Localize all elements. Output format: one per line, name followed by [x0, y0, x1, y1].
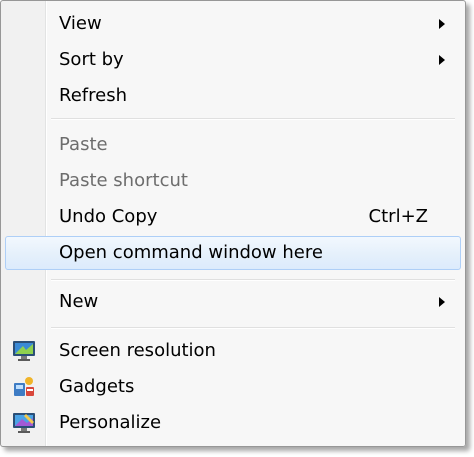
menu-separator — [51, 118, 455, 120]
menu-item-undo-copy-shortcut: Ctrl+Z — [368, 206, 428, 227]
menu-item-paste-label: Paste — [59, 134, 108, 155]
menu-item-screen-resolution-label: Screen resolution — [59, 340, 216, 361]
gadgets-icon — [12, 376, 36, 398]
menu-item-undo-copy-label: Undo Copy — [59, 206, 158, 227]
menu-item-undo-copy[interactable]: Undo Copy Ctrl+Z — [5, 200, 461, 234]
menu-item-open-command-window[interactable]: Open command window here — [5, 236, 461, 270]
menu-item-sort-by[interactable]: Sort by — [5, 43, 461, 77]
menu-separator — [51, 327, 455, 329]
menu-item-sort-by-label: Sort by — [59, 49, 124, 70]
menu-item-new[interactable]: New — [5, 285, 461, 319]
desktop-context-menu: View Sort by Refresh Paste Paste shortcu… — [0, 0, 466, 447]
menu-item-paste-shortcut[interactable]: Paste shortcut — [5, 164, 461, 198]
menu-item-paste[interactable]: Paste — [5, 128, 461, 162]
submenu-arrow-icon — [439, 55, 445, 65]
menu-item-gadgets[interactable]: Gadgets — [5, 370, 461, 404]
menu-item-refresh[interactable]: Refresh — [5, 79, 461, 113]
menu-item-gadgets-label: Gadgets — [59, 376, 135, 397]
menu-separator — [51, 279, 455, 281]
menu-item-personalize[interactable]: Personalize — [5, 406, 461, 440]
personalize-icon — [12, 412, 36, 434]
submenu-arrow-icon — [439, 297, 445, 307]
submenu-arrow-icon — [439, 19, 445, 29]
menu-item-view[interactable]: View — [5, 7, 461, 41]
menu-item-open-command-window-label: Open command window here — [59, 242, 323, 263]
menu-item-personalize-label: Personalize — [59, 412, 162, 433]
menu-item-view-label: View — [59, 13, 102, 34]
monitor-icon — [12, 340, 36, 362]
menu-item-refresh-label: Refresh — [59, 85, 127, 106]
menu-item-screen-resolution[interactable]: Screen resolution — [5, 334, 461, 368]
menu-item-paste-shortcut-label: Paste shortcut — [59, 170, 188, 191]
menu-item-new-label: New — [59, 291, 99, 312]
